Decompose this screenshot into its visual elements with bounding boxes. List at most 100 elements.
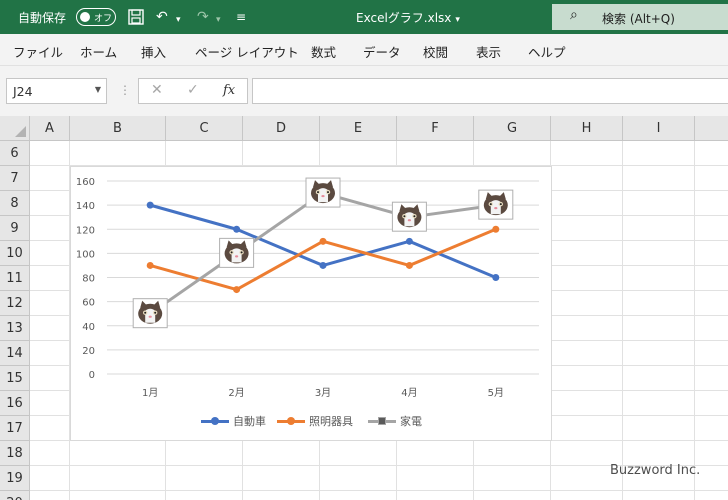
- x-tick-label: 2月: [228, 387, 244, 399]
- row-header-19[interactable]: 19: [0, 466, 30, 491]
- row-header-18[interactable]: 18: [0, 441, 30, 466]
- row-header-7[interactable]: 7: [0, 166, 30, 191]
- search-label: 検索 (Alt+Q): [602, 12, 675, 26]
- x-tick-label: 3月: [315, 387, 331, 399]
- chart-plot: 0 20 40 60 80 100 120 140 160 1月 2月 3月 4月 5月: [76, 177, 539, 399]
- search-icon: ⌕: [570, 7, 578, 23]
- insert-function-icon[interactable]: fx: [223, 83, 235, 98]
- data-point: [492, 225, 500, 233]
- name-box-value: J24: [13, 84, 33, 99]
- tab-view[interactable]: 表示: [476, 42, 501, 61]
- data-point: [405, 237, 413, 245]
- column-gridline: [694, 141, 695, 500]
- file-name-text: Excelグラフ.xlsx: [356, 11, 452, 25]
- search-box[interactable]: ⌕ 検索 (Alt+Q): [552, 4, 728, 30]
- redo-icon[interactable]: ↷: [197, 8, 209, 26]
- formula-controls: ✕ ✓ fx: [138, 78, 248, 104]
- column-header-f[interactable]: F: [397, 116, 474, 141]
- row-header-17[interactable]: 17: [0, 416, 30, 441]
- file-name[interactable]: Excelグラフ.xlsx ▾: [356, 9, 460, 26]
- row-header-16[interactable]: 16: [0, 391, 30, 416]
- column-header-g[interactable]: G: [474, 116, 551, 141]
- tab-home[interactable]: ホーム: [80, 42, 117, 61]
- legend-label: 自動車: [233, 415, 266, 428]
- tab-page-layout[interactable]: ページ レイアウト: [195, 42, 299, 61]
- enter-icon[interactable]: ✓: [187, 82, 199, 98]
- tab-help[interactable]: ヘルプ: [528, 42, 566, 61]
- x-tick-label: 5月: [488, 387, 504, 399]
- autosave-toggle[interactable]: オフ: [76, 8, 116, 26]
- row-header-9[interactable]: 9: [0, 216, 30, 241]
- column-header-i[interactable]: I: [623, 116, 695, 141]
- save-icon[interactable]: [127, 8, 145, 31]
- y-tick-label: 40: [82, 322, 95, 333]
- column-header-d[interactable]: D: [243, 116, 320, 141]
- legend-label: 照明器具: [309, 415, 353, 428]
- legend-marker: [378, 417, 386, 425]
- chevron-down-icon[interactable]: ▼: [95, 85, 101, 94]
- chart-legend: 自動車 照明器具 家電: [201, 413, 461, 429]
- toggle-label: オフ: [94, 14, 113, 24]
- column-header-partial[interactable]: [695, 116, 728, 141]
- tab-formulas[interactable]: 数式: [311, 42, 336, 61]
- data-point: [233, 286, 241, 294]
- line-chart[interactable]: 0 20 40 60 80 100 120 140 160 1月 2月 3月 4月 5月 自動車 照明器具…: [70, 166, 552, 441]
- tab-file[interactable]: ファイル: [13, 42, 63, 61]
- data-point: [405, 261, 413, 269]
- title-bar: 自動保存 オフ ↶ ▾ ↷ ▾ ≡ Excelグラフ.xlsx ▾ ⌕ 検索 (A…: [0, 0, 728, 34]
- y-tick-label: 80: [82, 274, 95, 285]
- select-all-button[interactable]: [0, 116, 30, 141]
- data-point: [146, 261, 154, 269]
- row-gridline: [30, 490, 728, 491]
- tab-insert[interactable]: 挿入: [141, 42, 166, 61]
- column-header-b[interactable]: B: [70, 116, 166, 141]
- data-point: [146, 201, 154, 209]
- column-header-a[interactable]: A: [30, 116, 70, 141]
- select-all-triangle-icon: [15, 126, 26, 137]
- row-header-11[interactable]: 11: [0, 266, 30, 291]
- x-tick-label: 4月: [401, 387, 417, 399]
- ribbon-tabs: ファイル ホーム 挿入 ページ レイアウト 数式 データ 校閲 表示 ヘルプ: [0, 34, 728, 66]
- data-point: [492, 274, 500, 281]
- y-tick-label: 60: [82, 298, 95, 309]
- cat-face-marker-icon: [132, 298, 168, 329]
- y-tick-label: 140: [76, 201, 95, 212]
- row-header-10[interactable]: 10: [0, 241, 30, 266]
- tab-data[interactable]: データ: [363, 42, 401, 61]
- cancel-icon[interactable]: ✕: [151, 82, 163, 98]
- column-header-e[interactable]: E: [320, 116, 397, 141]
- cat-face-marker-icon: [391, 201, 427, 232]
- name-box[interactable]: J24 ▼: [6, 78, 107, 104]
- redo-dropdown-icon[interactable]: ▾: [216, 11, 221, 29]
- file-name-chevron-icon: ▾: [455, 15, 460, 25]
- data-point: [319, 237, 327, 245]
- watermark: Buzzword Inc.: [610, 463, 701, 478]
- legend-label: 家電: [400, 415, 422, 428]
- row-header-6[interactable]: 6: [0, 141, 30, 166]
- customize-toolbar-icon[interactable]: ≡: [236, 8, 246, 26]
- undo-icon[interactable]: ↶: [156, 8, 168, 26]
- cat-face-marker-icon: [305, 177, 341, 208]
- row-header-8[interactable]: 8: [0, 191, 30, 216]
- legend-marker: [211, 417, 219, 425]
- row-header-20[interactable]: 20: [0, 491, 30, 500]
- row-header-14[interactable]: 14: [0, 341, 30, 366]
- column-header-h[interactable]: H: [551, 116, 623, 141]
- row-header-12[interactable]: 12: [0, 291, 30, 316]
- row-header-15[interactable]: 15: [0, 366, 30, 391]
- column-header-c[interactable]: C: [166, 116, 243, 141]
- y-tick-label: 100: [76, 249, 95, 260]
- cat-face-marker-icon: [478, 189, 514, 220]
- undo-dropdown-icon[interactable]: ▾: [176, 11, 181, 29]
- y-tick-label: 120: [76, 225, 95, 236]
- cat-face-marker-icon: [219, 237, 255, 268]
- y-tick-label: 20: [82, 346, 95, 357]
- data-point: [233, 225, 241, 233]
- y-tick-label: 160: [76, 177, 95, 188]
- row-header-13[interactable]: 13: [0, 316, 30, 341]
- x-tick-label: 1月: [142, 387, 158, 399]
- y-tick-label: 0: [89, 370, 95, 381]
- formula-input[interactable]: [252, 78, 728, 104]
- toggle-knob: [80, 12, 90, 22]
- tab-review[interactable]: 校閲: [423, 42, 448, 61]
